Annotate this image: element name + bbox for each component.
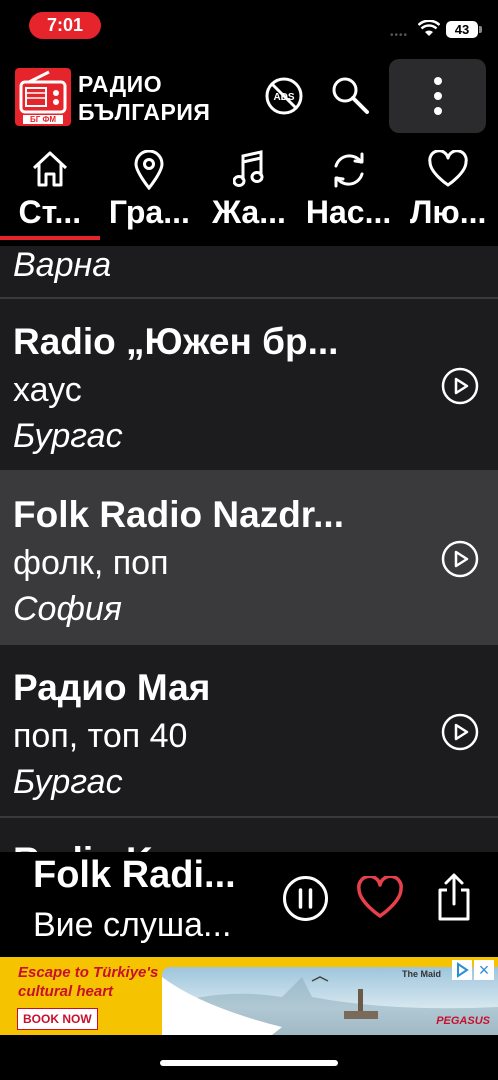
heart-icon — [428, 150, 468, 187]
home-indicator[interactable] — [160, 1060, 338, 1066]
menu-dot — [433, 92, 442, 100]
active-tab-indicator — [0, 236, 100, 240]
app-logo: БГ ФМ — [15, 68, 71, 126]
battery-indicator: 43 — [446, 21, 482, 38]
more-menu-button[interactable] — [389, 59, 486, 133]
station-city: София — [13, 590, 122, 628]
music-note-icon — [232, 150, 264, 187]
station-city: Варна — [13, 246, 112, 284]
tab-genres[interactable]: Жа... — [199, 140, 299, 244]
play-icon[interactable] — [441, 713, 479, 751]
logo-badge: БГ ФМ — [30, 115, 56, 124]
menu-dot — [433, 107, 442, 115]
tab-settings[interactable]: Нас... — [299, 140, 399, 244]
ad-choices-icon[interactable] — [452, 960, 472, 980]
wifi-icon — [418, 20, 440, 36]
list-item[interactable]: Folk Radio Nazdr... фолк, поп София — [0, 472, 498, 645]
search-icon[interactable] — [329, 74, 371, 116]
tab-favorites[interactable]: Лю... — [398, 140, 498, 244]
ad-headline: Escape to Türkiye's cultural heart — [18, 963, 158, 1001]
now-playing-bar[interactable]: Folk Radi... Вие слуша... — [0, 852, 498, 946]
tab-stations[interactable]: Ст... — [0, 140, 100, 244]
station-title: Radio „Южен бр... — [13, 321, 339, 362]
refresh-icon — [334, 152, 364, 188]
share-icon[interactable] — [436, 872, 472, 922]
list-item[interactable]: Radio Kasarovo — [0, 818, 498, 852]
station-title: Folk Radio Nazdr... — [13, 494, 344, 535]
status-bar: 7:01 •••• 43 — [0, 0, 498, 56]
app-title-line1: РАДИО — [78, 71, 163, 97]
remove-ads-icon[interactable]: ADS — [264, 76, 304, 116]
station-genre: поп, топ 40 — [13, 717, 188, 755]
tab-bar: Ст... Гра... Жа... Нас... Лю... — [0, 140, 498, 244]
station-title: Radio Kasarovo — [13, 840, 403, 852]
location-pin-icon — [134, 150, 164, 190]
station-city: Бургас — [13, 763, 123, 801]
app-header: БГ ФМ РАДИО БЪЛГАРИЯ ADS — [0, 56, 498, 138]
ads-label: ADS — [273, 92, 294, 103]
station-genre: хаус — [13, 371, 82, 409]
app-title-line2: БЪЛГАРИЯ — [78, 99, 211, 125]
now-playing-title: Folk Radi... — [33, 854, 236, 896]
play-icon[interactable] — [441, 540, 479, 578]
ad-headline-line1: Escape to Türkiye's — [18, 964, 159, 981]
ad-headline-line2: cultural heart — [18, 983, 114, 1000]
tab-label: Ст... — [18, 194, 82, 230]
station-city: Бургас — [13, 417, 123, 455]
ad-brand-logo: PEGASUS — [436, 1015, 490, 1027]
ad-banner[interactable]: Escape to Türkiye's cultural heart BOOK … — [0, 957, 498, 1035]
cellular-signal-icon: •••• — [390, 30, 409, 41]
ad-close-icon[interactable]: × — [474, 960, 494, 980]
ad-image: PEGASUS — [162, 967, 498, 1035]
station-title: Радио Мая — [13, 667, 211, 708]
menu-dot — [433, 77, 442, 85]
list-item[interactable]: Radio „Южен бр... хаус Бургас — [0, 299, 498, 472]
pause-icon[interactable] — [282, 875, 329, 922]
ad-book-now-button[interactable]: BOOK NOW — [17, 1008, 98, 1030]
app-title: РАДИО БЪЛГАРИЯ — [78, 70, 210, 126]
station-genre: фолк, поп — [13, 544, 169, 582]
favorite-heart-icon[interactable] — [356, 876, 404, 920]
status-time: 7:01 — [29, 12, 101, 39]
now-playing-subtitle: Вие слуша... — [33, 906, 232, 944]
tab-label: Гра... — [108, 194, 190, 230]
list-item[interactable]: Радио Мая поп, топ 40 Бургас — [0, 645, 498, 818]
list-item[interactable]: Варна — [0, 246, 498, 299]
tab-label: Лю... — [409, 194, 487, 230]
play-icon[interactable] — [441, 367, 479, 405]
tab-label: Жа... — [212, 194, 286, 230]
tab-cities[interactable]: Гра... — [100, 140, 200, 244]
home-icon — [32, 151, 67, 187]
ad-location-tag: The Maid — [402, 969, 442, 979]
tab-label: Нас... — [305, 194, 392, 230]
station-list[interactable]: Варна Radio „Южен бр... хаус Бургас Folk… — [0, 246, 498, 852]
